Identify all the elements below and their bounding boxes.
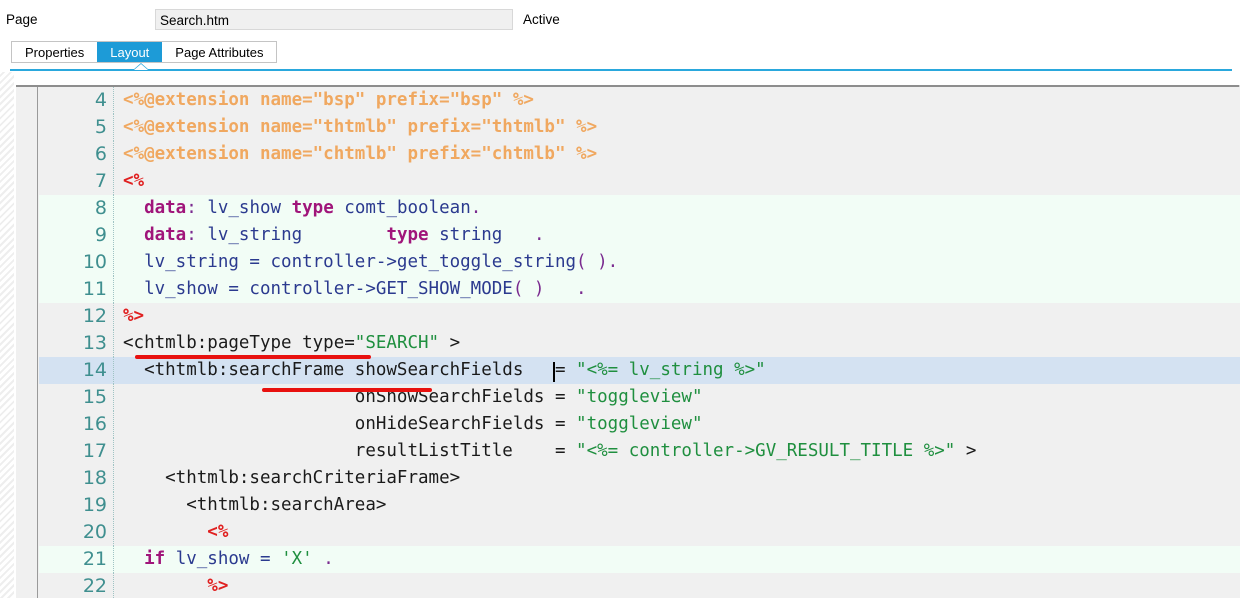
code-line-text: <chtmlb:pageType type="SEARCH" >	[123, 333, 461, 353]
page-label: Page	[6, 12, 38, 27]
code-line[interactable]: 22 %>	[39, 573, 1240, 598]
line-number: 20	[39, 519, 114, 546]
left-hatch-strip	[0, 72, 14, 598]
code-line[interactable]: 18 <thtmlb:searchCriteriaFrame>	[39, 465, 1240, 492]
page-name-input[interactable]: Search.htm	[155, 9, 513, 30]
tab-page-attributes[interactable]: Page Attributes	[162, 42, 277, 62]
line-number: 12	[39, 303, 114, 330]
code-line[interactable]: 19 <thtmlb:searchArea>	[39, 492, 1240, 519]
code-line[interactable]: 5 <%@extension name="thtmlb" prefix="thtm…	[39, 114, 1240, 141]
code-line-text: <%@extension name="chtmlb" prefix="chtml…	[123, 144, 598, 164]
code-line[interactable]: 16 onHideSearchFields = "toggleview"	[39, 411, 1240, 438]
code-line-text: <thtmlb:searchArea>	[123, 495, 387, 515]
code-line[interactable]: 6 <%@extension name="chtmlb" prefix="chtm…	[39, 141, 1240, 168]
code-line[interactable]: 21 if lv_show = 'X' .	[39, 546, 1240, 573]
page-status-text: Active	[523, 12, 560, 27]
tab-properties[interactable]: Properties	[12, 42, 98, 62]
line-number: 11	[39, 276, 114, 303]
line-number: 13	[39, 330, 114, 357]
code-line-text: <%@extension name="bsp" prefix="bsp" %>	[123, 90, 534, 110]
code-line-text: lv_show = controller->GET_SHOW_MODE( ) .	[123, 279, 587, 299]
line-number: 10	[39, 249, 114, 276]
text-cursor	[553, 362, 555, 382]
line-number: 19	[39, 492, 114, 519]
code-line[interactable]: 15 onShowSearchFields = "toggleview"	[39, 384, 1240, 411]
line-number: 6	[39, 141, 114, 168]
code-line[interactable]: 4 <%@extension name="bsp" prefix="bsp" %>	[39, 87, 1240, 114]
code-line-text: data: lv_show type comt_boolean.	[144, 198, 482, 218]
line-number: 9	[39, 222, 114, 249]
line-number: 7	[39, 168, 114, 195]
line-number: 4	[39, 87, 114, 114]
line-number: 8	[39, 195, 114, 222]
code-line-text: %>	[123, 576, 229, 596]
line-number: 14	[39, 357, 114, 384]
code-line-text: <%@extension name="thtmlb" prefix="thtml…	[123, 117, 598, 137]
code-line-text: <%	[123, 171, 145, 191]
tab-caret-icon	[134, 64, 148, 70]
line-number: 18	[39, 465, 114, 492]
code-line-text: onHideSearchFields = "toggleview"	[123, 414, 703, 434]
line-number: 15	[39, 384, 114, 411]
red-underline-pagetype	[135, 355, 371, 359]
code-line-text: lv_string = controller->get_toggle_strin…	[123, 252, 619, 272]
code-line[interactable]: 7 <%	[39, 168, 1240, 195]
code-line[interactable]: 14 <thtmlb:searchFrame showSearchFields …	[39, 357, 1240, 384]
code-line-text: resultListTitle = "<%= controller->GV_RE…	[123, 441, 977, 461]
line-number: 21	[39, 546, 114, 573]
tab-layout[interactable]: Layout	[97, 42, 163, 62]
code-line-text: <thtmlb:searchCriteriaFrame>	[123, 468, 461, 488]
code-line[interactable]: 20 <%	[39, 519, 1240, 546]
editor-bookmark-gutter[interactable]	[16, 87, 38, 598]
code-editor-text-area[interactable]: 4 <%@extension name="bsp" prefix="bsp" %>…	[39, 87, 1240, 598]
red-underline-searchframe	[262, 388, 432, 392]
line-number: 22	[39, 573, 114, 598]
line-number: 16	[39, 411, 114, 438]
code-line-text: %>	[123, 306, 145, 326]
code-line[interactable]: 9 data: lv_string type string .	[39, 222, 1240, 249]
line-number: 5	[39, 114, 114, 141]
code-line-text: <thtmlb:searchFrame showSearchFields = "…	[123, 360, 766, 380]
line-number: 17	[39, 438, 114, 465]
code-line-text: data: lv_string type string .	[144, 225, 545, 245]
page-header-bar: Page Search.htm Active	[0, 0, 1240, 38]
editor-tabstrip: Properties Layout Page Attributes	[11, 41, 278, 63]
tabstrip-underline	[10, 69, 1232, 71]
code-line[interactable]: 12 %>	[39, 303, 1240, 330]
code-line-text: if lv_show = 'X' .	[144, 549, 334, 569]
code-line[interactable]: 8 data: lv_show type comt_boolean.	[39, 195, 1240, 222]
code-line[interactable]: 13 <chtmlb:pageType type="SEARCH" >	[39, 330, 1240, 357]
code-line[interactable]: 10 lv_string = controller->get_toggle_st…	[39, 249, 1240, 276]
code-line-text: <%	[123, 522, 229, 542]
code-line[interactable]: 11 lv_show = controller->GET_SHOW_MODE( …	[39, 276, 1240, 303]
code-line[interactable]: 17 resultListTitle = "<%= controller->GV…	[39, 438, 1240, 465]
